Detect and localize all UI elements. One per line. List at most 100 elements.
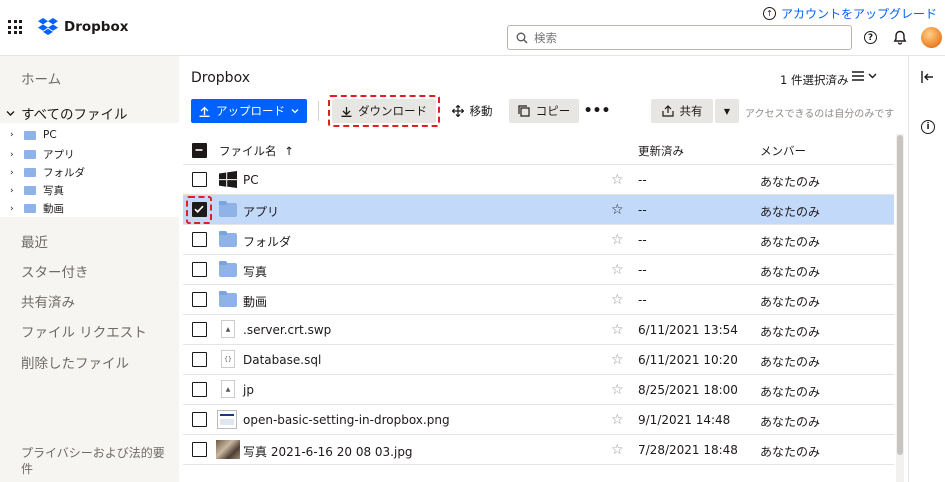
move-label: 移動 <box>469 104 493 118</box>
file-name[interactable]: .server.crt.swp <box>243 323 331 337</box>
caret-down-icon: ▼ <box>723 106 731 116</box>
minus-icon <box>195 149 203 151</box>
bell-icon[interactable] <box>893 30 907 45</box>
row-checkbox[interactable] <box>192 352 207 367</box>
dropbox-logo[interactable]: Dropbox <box>38 18 128 35</box>
view-toggle-button[interactable] <box>852 71 877 81</box>
table-row[interactable]: 写真 ☆ -- あなたのみ <box>183 255 894 285</box>
tree-item-label: フォルダ <box>43 167 85 179</box>
star-icon[interactable]: ☆ <box>611 352 624 368</box>
upload-button[interactable]: アップロード <box>191 99 307 123</box>
move-arrows-icon <box>451 105 464 117</box>
star-icon[interactable]: ☆ <box>611 232 624 248</box>
row-checkbox[interactable] <box>192 262 207 277</box>
avatar[interactable] <box>921 27 942 48</box>
column-header-name[interactable]: ファイル名 ↑ <box>219 143 294 159</box>
folder-icon <box>219 201 237 217</box>
download-highlight-box <box>328 95 440 127</box>
file-name[interactable]: アプリ <box>243 203 279 220</box>
file-name[interactable]: 写真 <box>243 263 267 280</box>
help-icon[interactable]: ? <box>864 31 877 44</box>
file-name[interactable]: 写真 2021-6-16 20 08 03.jpg <box>243 443 413 460</box>
tree-item-pc[interactable]: › PC <box>10 129 57 141</box>
table-row[interactable]: フォルダ ☆ -- あなたのみ <box>183 225 894 255</box>
sidebar-item-all-files[interactable]: すべてのファイル <box>6 103 128 123</box>
top-bar: Dropbox ↑ アカウントをアップグレード ? <box>0 0 945 56</box>
tree-item-folder[interactable]: › フォルダ <box>10 165 85 180</box>
toolbar-divider <box>318 101 319 121</box>
copy-label: コピー <box>535 104 571 118</box>
modified-date: -- <box>638 203 647 217</box>
row-checkbox[interactable] <box>192 172 207 187</box>
star-icon[interactable]: ☆ <box>611 442 624 458</box>
sort-arrow-up-icon: ↑ <box>284 144 294 158</box>
move-button[interactable]: 移動 <box>444 99 500 123</box>
info-icon[interactable]: i <box>921 120 935 134</box>
modified-date: 6/11/2021 13:54 <box>638 323 738 337</box>
column-label: ファイル名 <box>219 144 277 158</box>
members: あなたのみ <box>760 235 821 249</box>
file-name[interactable]: open-basic-setting-in-dropbox.png <box>243 413 450 427</box>
tree-item-photos[interactable]: › 写真 <box>10 183 64 198</box>
sidebar-item-recent[interactable]: 最近 <box>21 231 48 251</box>
tree-item-label: 写真 <box>43 185 64 197</box>
star-icon[interactable]: ☆ <box>611 412 624 428</box>
sidebar-item-shared[interactable]: 共有済み <box>21 291 75 311</box>
file-name[interactable]: 動画 <box>243 293 267 310</box>
tree-item-label: 動画 <box>43 203 64 215</box>
share-button[interactable]: 共有 <box>651 99 713 123</box>
column-header-modified[interactable]: 更新済み <box>638 143 684 159</box>
table-row[interactable]: PC ☆ -- あなたのみ <box>183 165 894 195</box>
tree-item-videos[interactable]: › 動画 <box>10 201 64 216</box>
star-icon[interactable]: ☆ <box>611 322 624 338</box>
table-row[interactable]: ▲ jp ☆ 8/25/2021 18:00 あなたのみ <box>183 375 894 405</box>
sidebar-item-starred[interactable]: スター付き <box>21 261 89 281</box>
share-dropdown-button[interactable]: ▼ <box>715 99 739 123</box>
privacy-link[interactable]: プライバシーおよび法的要件 <box>21 445 166 477</box>
access-note: アクセスできるのは自分のみです <box>745 109 895 120</box>
star-icon[interactable]: ☆ <box>611 262 624 278</box>
file-name[interactable]: フォルダ <box>243 233 291 250</box>
folder-icon <box>219 261 237 277</box>
table-row[interactable]: 動画 ☆ -- あなたのみ <box>183 285 894 315</box>
column-header-members[interactable]: メンバー <box>760 143 806 159</box>
table-row[interactable]: {} Database.sql ☆ 6/11/2021 10:20 あなたのみ <box>183 345 894 375</box>
sidebar-item-file-requests[interactable]: ファイル リクエスト <box>21 321 147 341</box>
star-icon[interactable]: ☆ <box>611 382 624 398</box>
members: あなたのみ <box>760 205 821 219</box>
upgrade-link[interactable]: ↑ アカウントをアップグレード <box>762 5 937 22</box>
logo-text: Dropbox <box>64 18 129 35</box>
sidebar-item-home[interactable]: ホーム <box>21 68 61 88</box>
table-row-selected[interactable]: アプリ ☆ -- あなたのみ <box>183 195 894 225</box>
windows-icon <box>219 171 237 188</box>
row-checkbox[interactable] <box>192 232 207 247</box>
select-all-checkbox[interactable] <box>192 143 207 158</box>
row-checkbox[interactable] <box>192 412 207 427</box>
row-checkbox[interactable] <box>192 442 207 457</box>
tree-item-label: アプリ <box>43 149 75 161</box>
table-row[interactable]: 写真 2021-6-16 20 08 03.jpg ☆ 7/28/2021 18… <box>183 435 894 465</box>
star-icon[interactable]: ☆ <box>611 172 624 188</box>
sidebar-item-deleted[interactable]: 削除したファイル <box>21 352 129 372</box>
collapse-panel-icon[interactable] <box>921 70 935 84</box>
table-row[interactable]: open-basic-setting-in-dropbox.png ☆ 9/1/… <box>183 405 894 435</box>
file-name[interactable]: PC <box>243 173 259 187</box>
more-options-button[interactable]: ••• <box>584 99 611 123</box>
search-box[interactable] <box>507 25 852 50</box>
file-name[interactable]: jp <box>243 383 254 397</box>
table-row[interactable]: ▲ .server.crt.swp ☆ 6/11/2021 13:54 あなたの… <box>183 315 894 345</box>
star-icon[interactable]: ☆ <box>611 292 624 308</box>
file-name[interactable]: Database.sql <box>243 353 321 367</box>
modified-date: -- <box>638 263 647 277</box>
copy-button[interactable]: コピー <box>509 99 579 123</box>
search-input[interactable] <box>534 30 834 45</box>
star-icon[interactable]: ☆ <box>611 202 624 218</box>
chevron-right-icon: › <box>10 203 14 214</box>
tree-item-apps[interactable]: › アプリ <box>10 147 75 162</box>
row-checkbox[interactable] <box>192 322 207 337</box>
row-checkbox[interactable] <box>192 382 207 397</box>
modified-date: -- <box>638 233 647 247</box>
row-checkbox[interactable] <box>192 292 207 307</box>
app-grid-icon[interactable] <box>8 20 22 34</box>
scrollbar-thumb[interactable] <box>897 135 903 455</box>
